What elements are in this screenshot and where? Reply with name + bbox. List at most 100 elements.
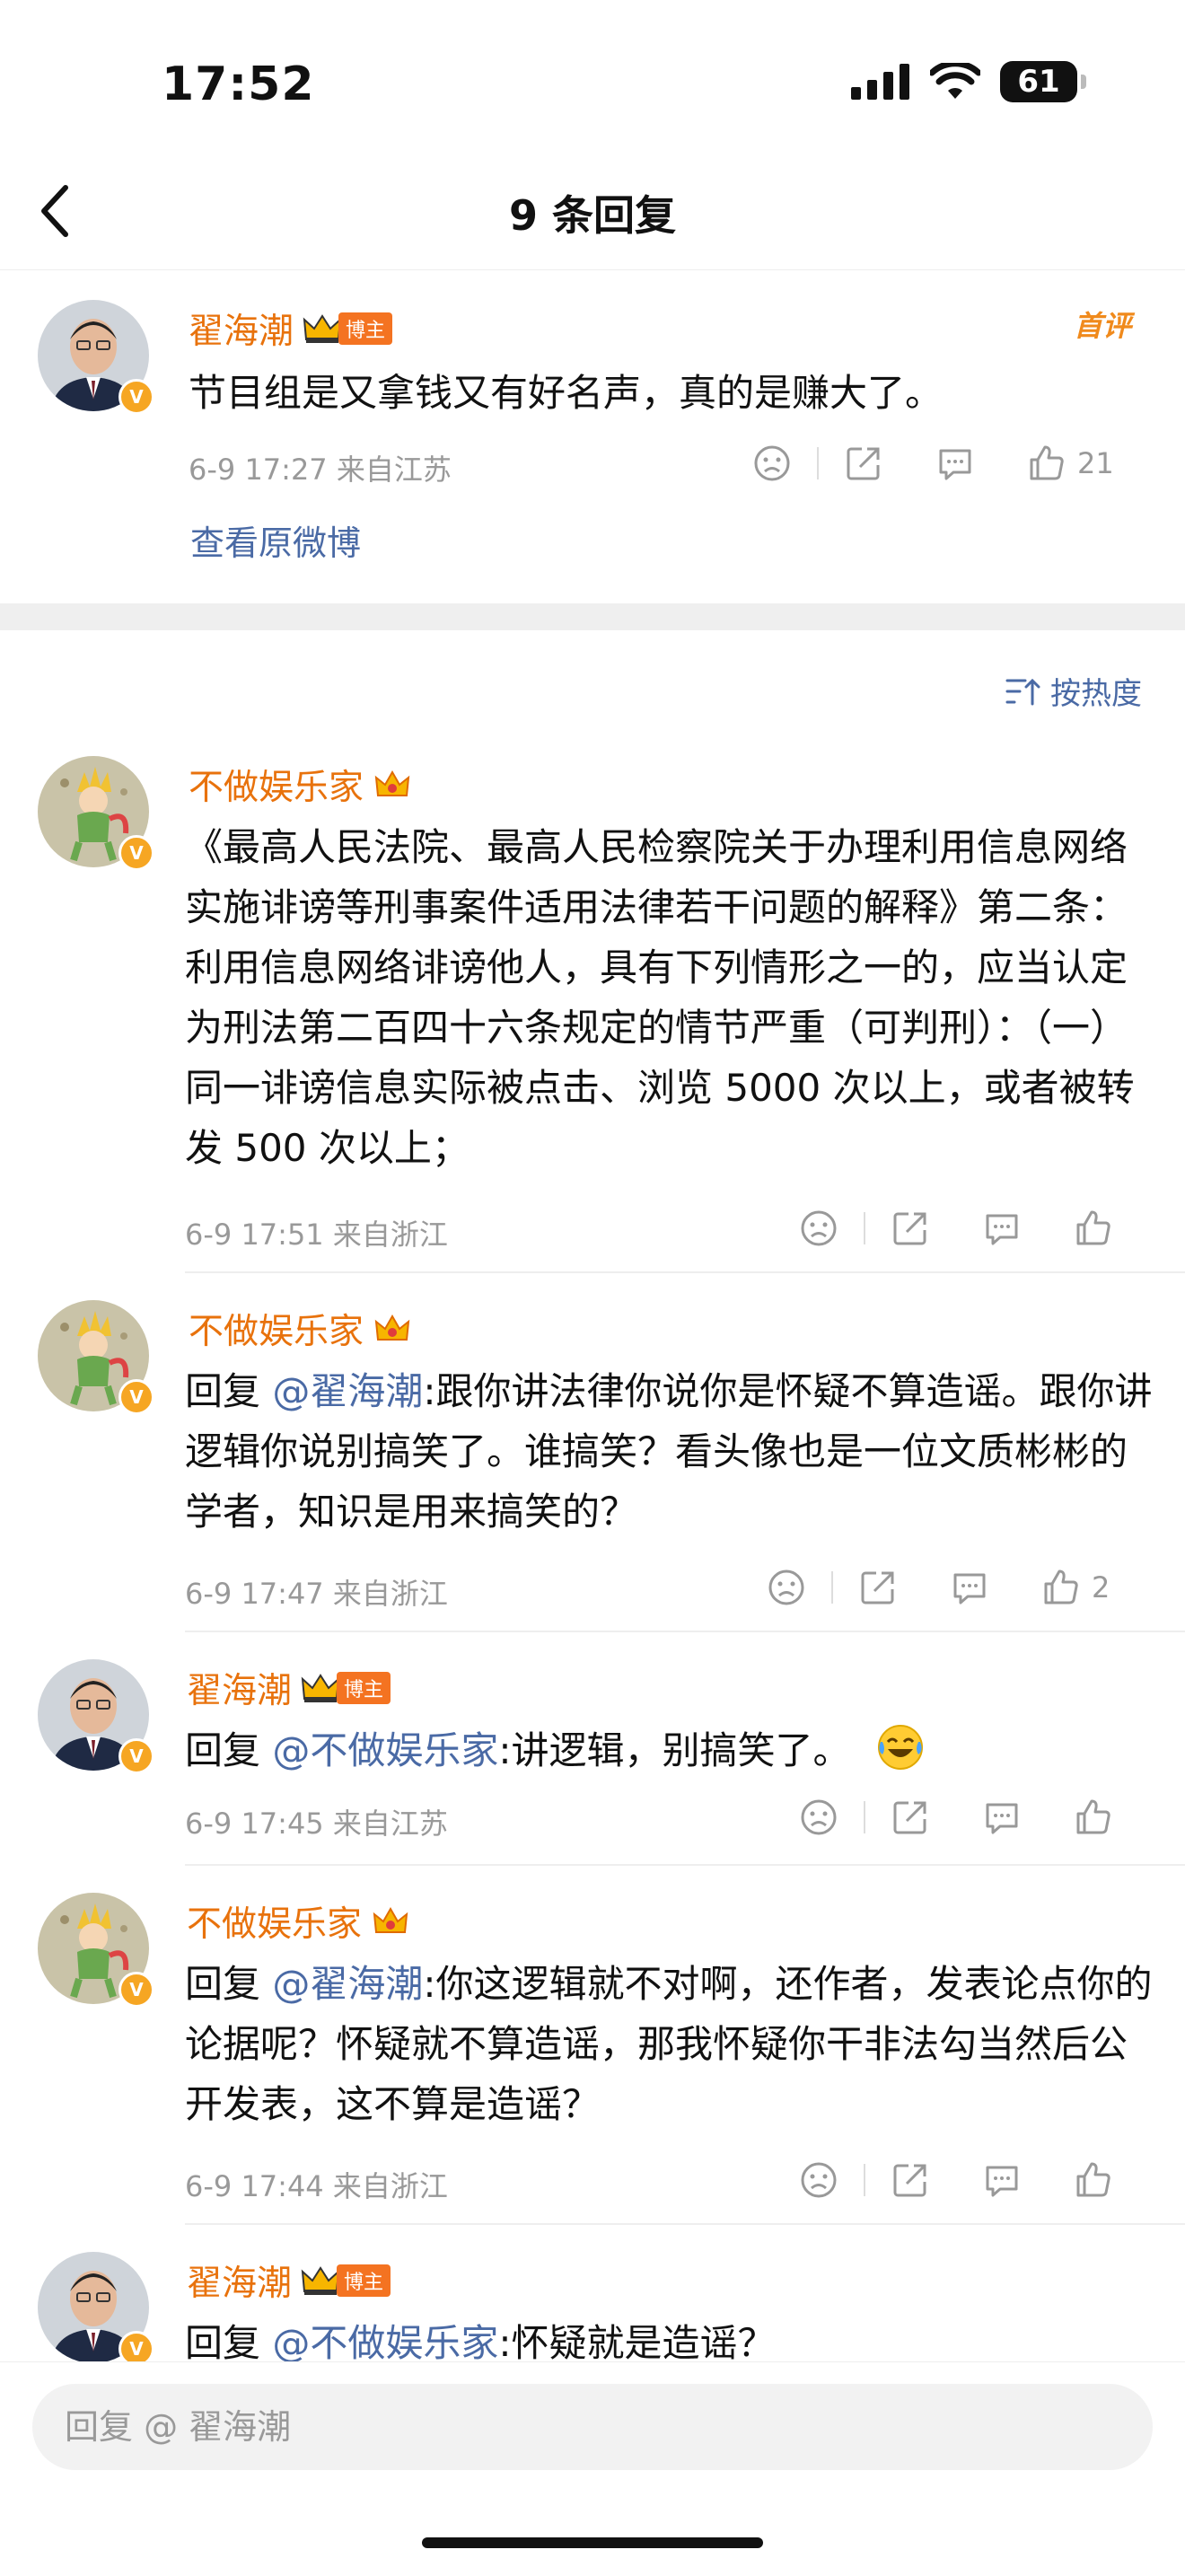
share-icon: [893, 1212, 926, 1245]
comment-button[interactable]: [982, 2160, 1022, 2200]
divider: [185, 1631, 1185, 1632]
signal-icon: [851, 64, 909, 100]
comment-body: :讲逻辑，别搞笑了。: [498, 1728, 851, 1772]
share-icon: [893, 1801, 926, 1834]
dislike-button[interactable]: [799, 1209, 838, 1248]
username-text[interactable]: 翟海潮: [187, 2255, 292, 2306]
crown-icon: [373, 1906, 408, 1933]
username[interactable]: 翟海潮 博主: [187, 1663, 391, 1713]
dislike-button[interactable]: [799, 2160, 838, 2200]
mention-link[interactable]: @不做娱乐家: [272, 2321, 498, 2365]
comment-text: 回复 @翟海潮:跟你讲法律你说你是怀疑不算造谣。跟你讲逻辑你说别搞笑了。谁搞笑？…: [185, 1361, 1154, 1542]
thumbs-up-icon: [1044, 1569, 1078, 1605]
blogger-tag: 博主: [301, 1672, 391, 1704]
like-button[interactable]: [1074, 1209, 1113, 1248]
comment-button[interactable]: [935, 444, 975, 483]
mention-link[interactable]: @翟海潮: [272, 1962, 423, 2006]
frown-icon: [768, 1569, 804, 1605]
comment-meta: 6-9 17:27 来自江苏: [189, 453, 452, 487]
reply-prefix: 回复: [185, 1962, 273, 2006]
verified-badge: V: [118, 1379, 154, 1415]
blogger-tag: 博主: [301, 2264, 391, 2297]
share-button[interactable]: [844, 444, 883, 483]
dislike-button[interactable]: [799, 1798, 838, 1837]
mention-link[interactable]: @翟海潮: [272, 1369, 423, 1413]
verified-badge: V: [118, 835, 154, 871]
comment-button[interactable]: [950, 1568, 989, 1607]
comment-actions: [799, 1798, 1113, 1837]
dislike-button[interactable]: [767, 1568, 806, 1607]
reply-prefix: 回复: [185, 1728, 273, 1772]
frown-icon: [754, 445, 790, 481]
crown-icon: [303, 314, 342, 343]
status-icons: 61: [851, 61, 1086, 102]
username[interactable]: 不做娱乐家: [187, 1896, 410, 1947]
like-button[interactable]: [1074, 2160, 1113, 2200]
sort-icon: [1005, 678, 1040, 705]
reply-input[interactable]: [32, 2384, 1153, 2470]
username[interactable]: 翟海潮 博主: [189, 303, 393, 354]
crown-icon: [301, 1674, 340, 1702]
crown-icon: [374, 769, 410, 796]
separator: [864, 1212, 865, 1244]
status-bar: 17:52 61: [0, 0, 1185, 153]
divider: [185, 2223, 1185, 2225]
username[interactable]: 不做娱乐家: [189, 760, 412, 810]
sort-button[interactable]: 按热度: [1005, 669, 1142, 713]
like-count: 21: [1077, 446, 1114, 480]
nav-bar: 9 条回复: [0, 153, 1185, 270]
like-button[interactable]: 2: [1041, 1568, 1110, 1607]
comment-icon: [986, 1214, 1018, 1245]
like-button[interactable]: 21: [1027, 444, 1114, 483]
share-button[interactable]: [858, 1568, 898, 1607]
crown-icon: [374, 1314, 410, 1341]
comment-button[interactable]: [982, 1209, 1022, 1248]
divider: [185, 1271, 1185, 1273]
username[interactable]: 不做娱乐家: [189, 1304, 412, 1354]
battery-indicator: 61: [1000, 61, 1086, 102]
view-original-link[interactable]: 查看原微博: [190, 515, 361, 565]
sort-label[interactable]: 按热度: [1050, 669, 1142, 713]
share-button[interactable]: [891, 1209, 930, 1248]
page-title: 9 条回复: [508, 191, 677, 240]
first-comment-badge: 首评: [1073, 309, 1131, 343]
like-button[interactable]: [1074, 1798, 1113, 1837]
wifi-icon: [930, 63, 980, 99]
reply-prefix: 回复: [185, 2321, 273, 2365]
comment-icon: [986, 2166, 1018, 2197]
reply-prefix: 回复: [185, 1369, 273, 1413]
username[interactable]: 翟海潮 博主: [187, 2255, 391, 2306]
comment-button[interactable]: [982, 1798, 1022, 1837]
separator: [831, 1571, 833, 1604]
dislike-button[interactable]: [752, 444, 792, 483]
username-text[interactable]: 不做娱乐家: [187, 1896, 362, 1947]
comment-icon: [986, 1803, 1018, 1834]
blogger-tag: 博主: [303, 312, 393, 345]
verified-badge: V: [118, 379, 154, 415]
status-time: 17:52: [162, 57, 315, 111]
share-icon: [893, 2164, 926, 2197]
home-indicator: [422, 2537, 763, 2548]
username-text[interactable]: 不做娱乐家: [189, 760, 364, 810]
comment-meta: 6-9 17:45 来自江苏: [185, 1807, 448, 1841]
section-divider: [0, 603, 1185, 630]
username-text[interactable]: 不做娱乐家: [189, 1304, 364, 1354]
mention-link[interactable]: @不做娱乐家: [272, 1728, 498, 1772]
username-text[interactable]: 翟海潮: [189, 303, 294, 354]
thumbs-up-icon: [1076, 2162, 1110, 2197]
comment-actions: [799, 2160, 1113, 2200]
username-text[interactable]: 翟海潮: [187, 1663, 292, 1713]
laugh-cry-emoji: [877, 1725, 923, 1770]
share-button[interactable]: [891, 1798, 930, 1837]
frown-icon: [801, 2162, 837, 2198]
share-button[interactable]: [891, 2160, 930, 2200]
thumbs-up-icon: [1076, 1210, 1110, 1245]
verified-badge: V: [118, 1738, 154, 1774]
comment-text: 节目组是又拿钱又有好名声，真的是赚大了。: [189, 371, 944, 415]
comment-text: 回复 @翟海潮:你这逻辑就不对啊，还作者，发表论点你的论据呢？怀疑就不算造谣，那…: [185, 1954, 1154, 2134]
comment-actions: 21: [752, 444, 1114, 483]
comment-icon: [939, 449, 971, 480]
comment-actions: 2: [767, 1568, 1110, 1607]
like-count: 2: [1092, 1570, 1110, 1605]
separator: [864, 2164, 865, 2196]
